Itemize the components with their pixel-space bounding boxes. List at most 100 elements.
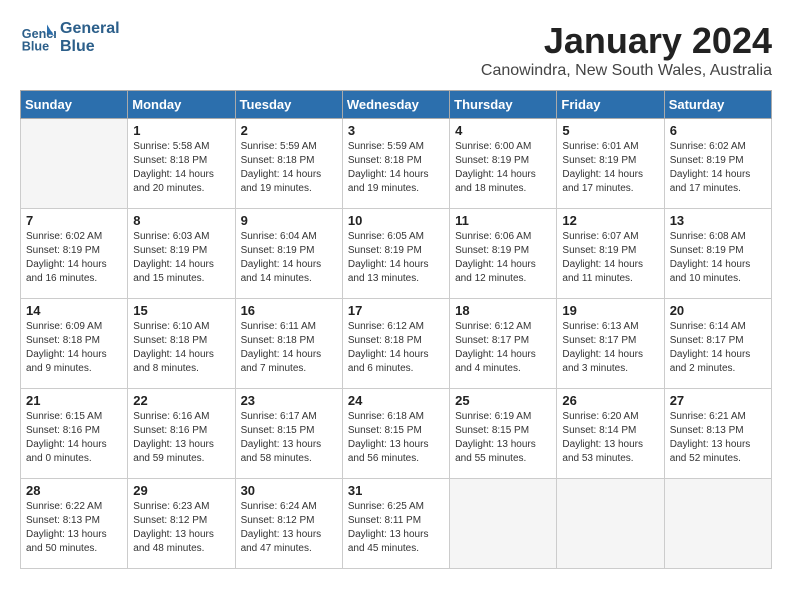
weekday-header-thursday: Thursday — [450, 91, 557, 119]
day-info: Sunrise: 6:04 AM Sunset: 8:19 PM Dayligh… — [241, 230, 337, 286]
day-number: 28 — [26, 483, 122, 498]
weekday-header-monday: Monday — [128, 91, 235, 119]
calendar-cell: 6 Sunrise: 6:02 AM Sunset: 8:19 PM Daylig… — [664, 119, 771, 209]
calendar-body: 1 Sunrise: 5:58 AM Sunset: 8:18 PM Daylig… — [21, 119, 772, 569]
day-info: Sunrise: 6:16 AM Sunset: 8:16 PM Dayligh… — [133, 410, 229, 466]
day-number: 8 — [133, 213, 229, 228]
day-info: Sunrise: 5:59 AM Sunset: 8:18 PM Dayligh… — [348, 140, 444, 196]
calendar-week-1: 1 Sunrise: 5:58 AM Sunset: 8:18 PM Daylig… — [21, 119, 772, 209]
calendar-cell: 5 Sunrise: 6:01 AM Sunset: 8:19 PM Daylig… — [557, 119, 664, 209]
day-number: 24 — [348, 393, 444, 408]
day-number: 6 — [670, 123, 766, 138]
day-info: Sunrise: 6:17 AM Sunset: 8:15 PM Dayligh… — [241, 410, 337, 466]
day-info: Sunrise: 6:02 AM Sunset: 8:19 PM Dayligh… — [26, 230, 122, 286]
day-info: Sunrise: 5:59 AM Sunset: 8:18 PM Dayligh… — [241, 140, 337, 196]
calendar-cell — [664, 479, 771, 569]
day-number: 19 — [562, 303, 658, 318]
calendar-cell: 22 Sunrise: 6:16 AM Sunset: 8:16 PM Dayli… — [128, 389, 235, 479]
day-info: Sunrise: 6:10 AM Sunset: 8:18 PM Dayligh… — [133, 320, 229, 376]
calendar-cell: 12Sunrise: 6:07 AM Sunset: 8:19 PM Dayli… — [557, 209, 664, 299]
day-number: 14 — [26, 303, 122, 318]
day-info: Sunrise: 5:58 AM Sunset: 8:18 PM Dayligh… — [133, 140, 229, 196]
calendar-cell: 16Sunrise: 6:11 AM Sunset: 8:18 PM Dayli… — [235, 299, 342, 389]
day-number: 20 — [670, 303, 766, 318]
calendar-week-2: 7Sunrise: 6:02 AM Sunset: 8:19 PM Daylig… — [21, 209, 772, 299]
day-info: Sunrise: 6:05 AM Sunset: 8:19 PM Dayligh… — [348, 230, 444, 286]
logo-blue: Blue — [60, 38, 120, 56]
day-number: 31 — [348, 483, 444, 498]
calendar-cell: 27 Sunrise: 6:21 AM Sunset: 8:13 PM Dayli… — [664, 389, 771, 479]
location-title: Canowindra, New South Wales, Australia — [481, 62, 772, 80]
day-info: Sunrise: 6:12 AM Sunset: 8:17 PM Dayligh… — [455, 320, 551, 376]
day-number: 3 — [348, 123, 444, 138]
day-number: 15 — [133, 303, 229, 318]
day-info: Sunrise: 6:24 AM Sunset: 8:12 PM Dayligh… — [241, 500, 337, 556]
day-number: 18 — [455, 303, 551, 318]
calendar-cell: 20 Sunrise: 6:14 AM Sunset: 8:17 PM Dayli… — [664, 299, 771, 389]
svg-text:Blue: Blue — [22, 40, 49, 54]
calendar-cell: 18 Sunrise: 6:12 AM Sunset: 8:17 PM Dayli… — [450, 299, 557, 389]
day-info: Sunrise: 6:21 AM Sunset: 8:13 PM Dayligh… — [670, 410, 766, 466]
calendar-cell: 26 Sunrise: 6:20 AM Sunset: 8:14 PM Dayli… — [557, 389, 664, 479]
day-number: 23 — [241, 393, 337, 408]
day-number: 9 — [241, 213, 337, 228]
day-number: 25 — [455, 393, 551, 408]
day-info: Sunrise: 6:02 AM Sunset: 8:19 PM Dayligh… — [670, 140, 766, 196]
calendar-cell: 21Sunrise: 6:15 AM Sunset: 8:16 PM Dayli… — [21, 389, 128, 479]
weekday-header-sunday: Sunday — [21, 91, 128, 119]
day-number: 1 — [133, 123, 229, 138]
calendar-cell: 31 Sunrise: 6:25 AM Sunset: 8:11 PM Dayli… — [342, 479, 449, 569]
day-number: 26 — [562, 393, 658, 408]
day-number: 17 — [348, 303, 444, 318]
weekday-header-tuesday: Tuesday — [235, 91, 342, 119]
calendar-cell: 8Sunrise: 6:03 AM Sunset: 8:19 PM Daylig… — [128, 209, 235, 299]
title-block: January 2024 Canowindra, New South Wales… — [481, 20, 772, 80]
day-info: Sunrise: 6:12 AM Sunset: 8:18 PM Dayligh… — [348, 320, 444, 376]
day-info: Sunrise: 6:13 AM Sunset: 8:17 PM Dayligh… — [562, 320, 658, 376]
logo-icon: General Blue — [20, 20, 56, 56]
day-number: 12 — [562, 213, 658, 228]
calendar-cell: 3 Sunrise: 5:59 AM Sunset: 8:18 PM Daylig… — [342, 119, 449, 209]
weekday-header-row: SundayMondayTuesdayWednesdayThursdayFrid… — [21, 91, 772, 119]
day-info: Sunrise: 6:18 AM Sunset: 8:15 PM Dayligh… — [348, 410, 444, 466]
day-info: Sunrise: 6:20 AM Sunset: 8:14 PM Dayligh… — [562, 410, 658, 466]
calendar-cell — [557, 479, 664, 569]
calendar-cell: 15 Sunrise: 6:10 AM Sunset: 8:18 PM Dayli… — [128, 299, 235, 389]
day-info: Sunrise: 6:09 AM Sunset: 8:18 PM Dayligh… — [26, 320, 122, 376]
calendar-cell: 7Sunrise: 6:02 AM Sunset: 8:19 PM Daylig… — [21, 209, 128, 299]
day-info: Sunrise: 6:14 AM Sunset: 8:17 PM Dayligh… — [670, 320, 766, 376]
calendar-cell: 1 Sunrise: 5:58 AM Sunset: 8:18 PM Daylig… — [128, 119, 235, 209]
calendar-cell — [450, 479, 557, 569]
calendar-cell: 17 Sunrise: 6:12 AM Sunset: 8:18 PM Dayli… — [342, 299, 449, 389]
month-title: January 2024 — [481, 20, 772, 62]
day-info: Sunrise: 6:25 AM Sunset: 8:11 PM Dayligh… — [348, 500, 444, 556]
calendar-cell: 30 Sunrise: 6:24 AM Sunset: 8:12 PM Dayli… — [235, 479, 342, 569]
logo: General Blue General Blue — [20, 20, 120, 56]
calendar-cell: 2 Sunrise: 5:59 AM Sunset: 8:18 PM Daylig… — [235, 119, 342, 209]
calendar-cell: 24 Sunrise: 6:18 AM Sunset: 8:15 PM Dayli… — [342, 389, 449, 479]
day-number: 11 — [455, 213, 551, 228]
calendar-cell: 25 Sunrise: 6:19 AM Sunset: 8:15 PM Dayli… — [450, 389, 557, 479]
page-header: General Blue General Blue January 2024 C… — [20, 20, 772, 80]
day-info: Sunrise: 6:06 AM Sunset: 8:19 PM Dayligh… — [455, 230, 551, 286]
day-info: Sunrise: 6:19 AM Sunset: 8:15 PM Dayligh… — [455, 410, 551, 466]
calendar-week-5: 28 Sunrise: 6:22 AM Sunset: 8:13 PM Dayli… — [21, 479, 772, 569]
day-number: 13 — [670, 213, 766, 228]
day-number: 2 — [241, 123, 337, 138]
calendar-week-3: 14 Sunrise: 6:09 AM Sunset: 8:18 PM Dayli… — [21, 299, 772, 389]
day-number: 22 — [133, 393, 229, 408]
calendar-cell: 19 Sunrise: 6:13 AM Sunset: 8:17 PM Dayli… — [557, 299, 664, 389]
day-number: 30 — [241, 483, 337, 498]
weekday-header-friday: Friday — [557, 91, 664, 119]
day-number: 4 — [455, 123, 551, 138]
day-number: 10 — [348, 213, 444, 228]
day-number: 21 — [26, 393, 122, 408]
day-info: Sunrise: 6:23 AM Sunset: 8:12 PM Dayligh… — [133, 500, 229, 556]
calendar-cell: 9 Sunrise: 6:04 AM Sunset: 8:19 PM Daylig… — [235, 209, 342, 299]
day-number: 5 — [562, 123, 658, 138]
day-number: 27 — [670, 393, 766, 408]
day-number: 29 — [133, 483, 229, 498]
day-info: Sunrise: 6:01 AM Sunset: 8:19 PM Dayligh… — [562, 140, 658, 196]
day-info: Sunrise: 6:22 AM Sunset: 8:13 PM Dayligh… — [26, 500, 122, 556]
weekday-header-wednesday: Wednesday — [342, 91, 449, 119]
